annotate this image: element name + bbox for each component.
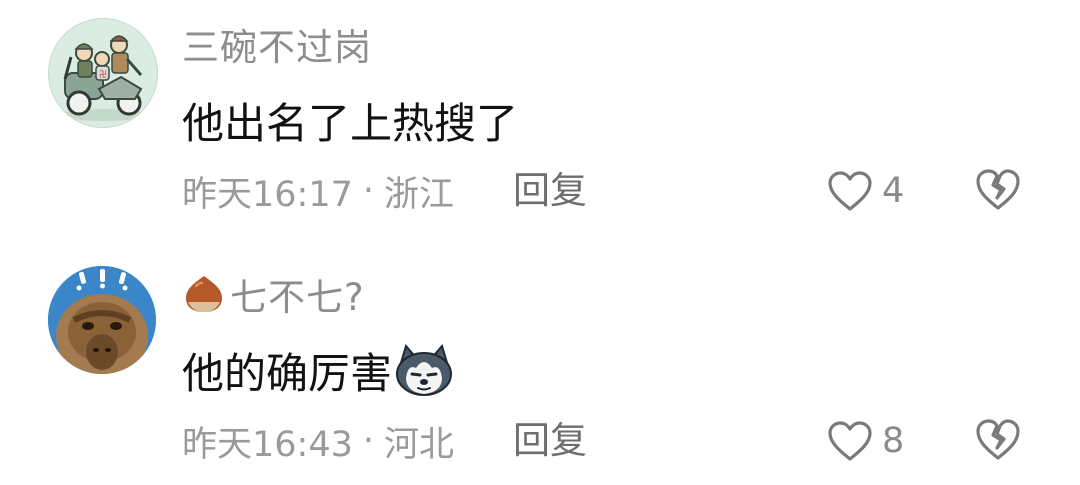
comment-time: 昨天16:43 bbox=[182, 424, 353, 465]
monkey-avatar-icon bbox=[48, 266, 156, 374]
husky-dog-emoji-icon bbox=[396, 343, 453, 396]
reply-button[interactable]: 回复 bbox=[513, 418, 587, 464]
reply-button[interactable]: 回复 bbox=[513, 168, 587, 214]
username-row: 七不七? bbox=[182, 267, 365, 321]
comment-content: 他出名了上热搜了 bbox=[182, 99, 519, 148]
broken-heart-icon bbox=[976, 169, 1020, 210]
username[interactable]: 七不七? bbox=[230, 267, 365, 321]
like-button[interactable]: 8 bbox=[826, 416, 904, 466]
username[interactable]: 三碗不过岗 bbox=[182, 17, 372, 71]
like-button[interactable]: 4 bbox=[826, 166, 904, 216]
avatar[interactable] bbox=[48, 266, 156, 374]
broken-heart-icon bbox=[976, 419, 1020, 460]
comment-content: 他的确厉害 bbox=[182, 349, 393, 398]
soldiers-motorcycle-avatar-icon: 卍 bbox=[49, 19, 157, 127]
comment-meta: 昨天16:17 · 浙江 bbox=[182, 168, 455, 215]
svg-text:卍: 卍 bbox=[99, 70, 107, 79]
dislike-button[interactable] bbox=[974, 166, 1024, 216]
comment-text: 他出名了上热搜了 bbox=[182, 90, 518, 151]
meta-separator: · bbox=[362, 421, 375, 461]
comment-text: 他的确厉害 bbox=[182, 340, 454, 401]
chestnut-badge-icon bbox=[186, 276, 222, 312]
comment-location: 河北 bbox=[384, 424, 455, 465]
comment-location: 浙江 bbox=[384, 174, 455, 215]
comment-item: 卍 三碗不过岗 他出名了上热搜了 昨天16:17 · 浙江 回复 4 bbox=[0, 0, 1080, 235]
username-row: 三碗不过岗 bbox=[182, 17, 372, 71]
comment-meta: 昨天16:43 · 河北 bbox=[182, 418, 455, 465]
avatar[interactable]: 卍 bbox=[48, 18, 158, 128]
like-count: 8 bbox=[882, 421, 905, 461]
heart-icon bbox=[828, 171, 872, 211]
heart-icon bbox=[828, 421, 872, 461]
meta-separator: · bbox=[362, 171, 375, 211]
dislike-button[interactable] bbox=[974, 416, 1024, 466]
comment-item: 七不七? 他的确厉害 昨天16:43 · 河北 回复 8 bbox=[0, 250, 1080, 485]
like-count: 4 bbox=[882, 171, 905, 211]
comment-time: 昨天16:17 bbox=[182, 174, 353, 215]
